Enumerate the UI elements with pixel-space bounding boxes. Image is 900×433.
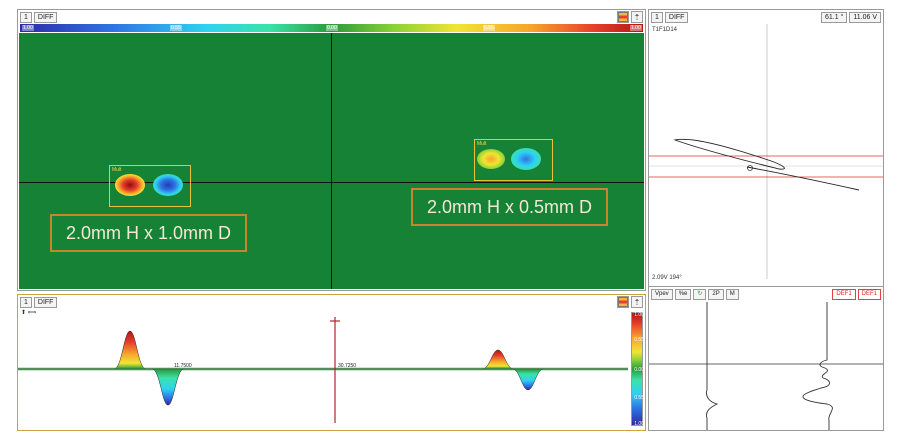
voltage-readout[interactable]: 11.06 V	[849, 11, 881, 23]
signal-readout: 2.09V 194°	[652, 275, 682, 281]
2p-button[interactable]: 2P	[708, 288, 724, 300]
trace-vertical-left	[706, 302, 719, 430]
lissajous-panel: 1 DIFF 61.1 ° 11.06 V T1F1D14 2.09V 194°	[648, 9, 884, 287]
baseline-band	[18, 367, 628, 371]
lissajous-toolbar: 1 DIFF 61.1 ° 11.06 V	[649, 10, 883, 24]
defect-negative-blob	[153, 174, 183, 196]
colorbar-tick: 1.00	[22, 25, 34, 31]
lissajous-plot[interactable]	[649, 24, 883, 279]
strip-chart[interactable]: 11.7500 30.7250	[18, 311, 628, 429]
strip-toolbar: 1 DIFF ⇡	[18, 295, 645, 309]
position-label: 30.7250	[338, 363, 356, 369]
percent-button[interactable]: %e	[674, 288, 692, 300]
colorbar-tick: 0.55	[634, 337, 644, 343]
m-button[interactable]: M	[725, 288, 739, 300]
annotation-right: 2.0mm H x 0.5mm D	[411, 188, 608, 226]
colorbar-tick: 1.00	[634, 421, 644, 427]
roi-label: Mult	[112, 167, 122, 173]
channel-select[interactable]: 1	[20, 296, 32, 308]
mode-select[interactable]: DIFF	[33, 296, 58, 308]
defect-positive-blob	[115, 174, 145, 196]
channel-select[interactable]: 1	[651, 11, 663, 23]
colorbar-tick: 0.00	[326, 25, 338, 31]
cscan-panel: 1 DIFF ⇡ 1.00 0.55 0.00 0.55 1.00 Mult M…	[17, 9, 646, 291]
angle-readout[interactable]: 61.1 °	[821, 11, 848, 23]
mode-select[interactable]: DIFF	[664, 11, 689, 23]
colorbar-tick: 0.00	[634, 367, 644, 373]
right-negative-lobe	[511, 368, 545, 391]
cscan-toolbar: 1 DIFF ⇡	[18, 10, 645, 24]
def1-button[interactable]: DEF1	[832, 288, 856, 300]
colorbar-tick: 1.00	[634, 312, 644, 318]
pin-icon[interactable]: ⇡	[631, 296, 643, 308]
position-label: 11.7500	[174, 363, 192, 369]
def1-button-2[interactable]: DEF1	[857, 288, 881, 300]
trace-plot[interactable]	[649, 302, 883, 430]
lissajous-tail	[746, 166, 860, 191]
refresh-icon[interactable]: ↻	[693, 288, 707, 300]
vpev-button[interactable]: Vpev	[651, 288, 673, 300]
lissajous-loop	[673, 138, 785, 170]
left-negative-lobe	[151, 368, 185, 406]
trace-vertical-right	[802, 302, 833, 430]
colorbar-tick: 0.55	[634, 395, 644, 401]
cursor-vertical-line[interactable]	[331, 33, 332, 289]
defect-negative-blob	[511, 148, 541, 170]
annotation-left: 2.0mm H x 1.0mm D	[50, 214, 247, 252]
cscan-image[interactable]: Mult Mult 2.0mm H x 1.0mm D 2.0mm H x 0.…	[19, 33, 644, 289]
strip-chart-panel: 1 DIFF ⇡ ⬆ ⟺ 11.7500 30.7250 1.00 0.55 0.…	[17, 294, 646, 431]
trace-panel: Vpev %e ↻ 2P M DEF1 DEF1	[648, 286, 884, 431]
channel-select[interactable]: 1	[20, 11, 32, 23]
defect-positive-blob	[477, 149, 505, 169]
trace-toolbar: Vpev %e ↻ 2P M DEF1 DEF1	[649, 287, 883, 301]
right-positive-lobe	[481, 349, 515, 370]
colorbar-tick: 0.55	[483, 25, 495, 31]
colorbar-tick: 0.55	[170, 25, 182, 31]
palette-icon[interactable]	[617, 11, 629, 23]
roi-label: Mult	[477, 141, 487, 147]
pin-icon[interactable]: ⇡	[631, 11, 643, 23]
colorbar-tick: 1.00	[630, 25, 642, 31]
left-positive-lobe	[113, 330, 147, 370]
mode-select[interactable]: DIFF	[33, 11, 58, 23]
palette-icon[interactable]	[617, 296, 629, 308]
